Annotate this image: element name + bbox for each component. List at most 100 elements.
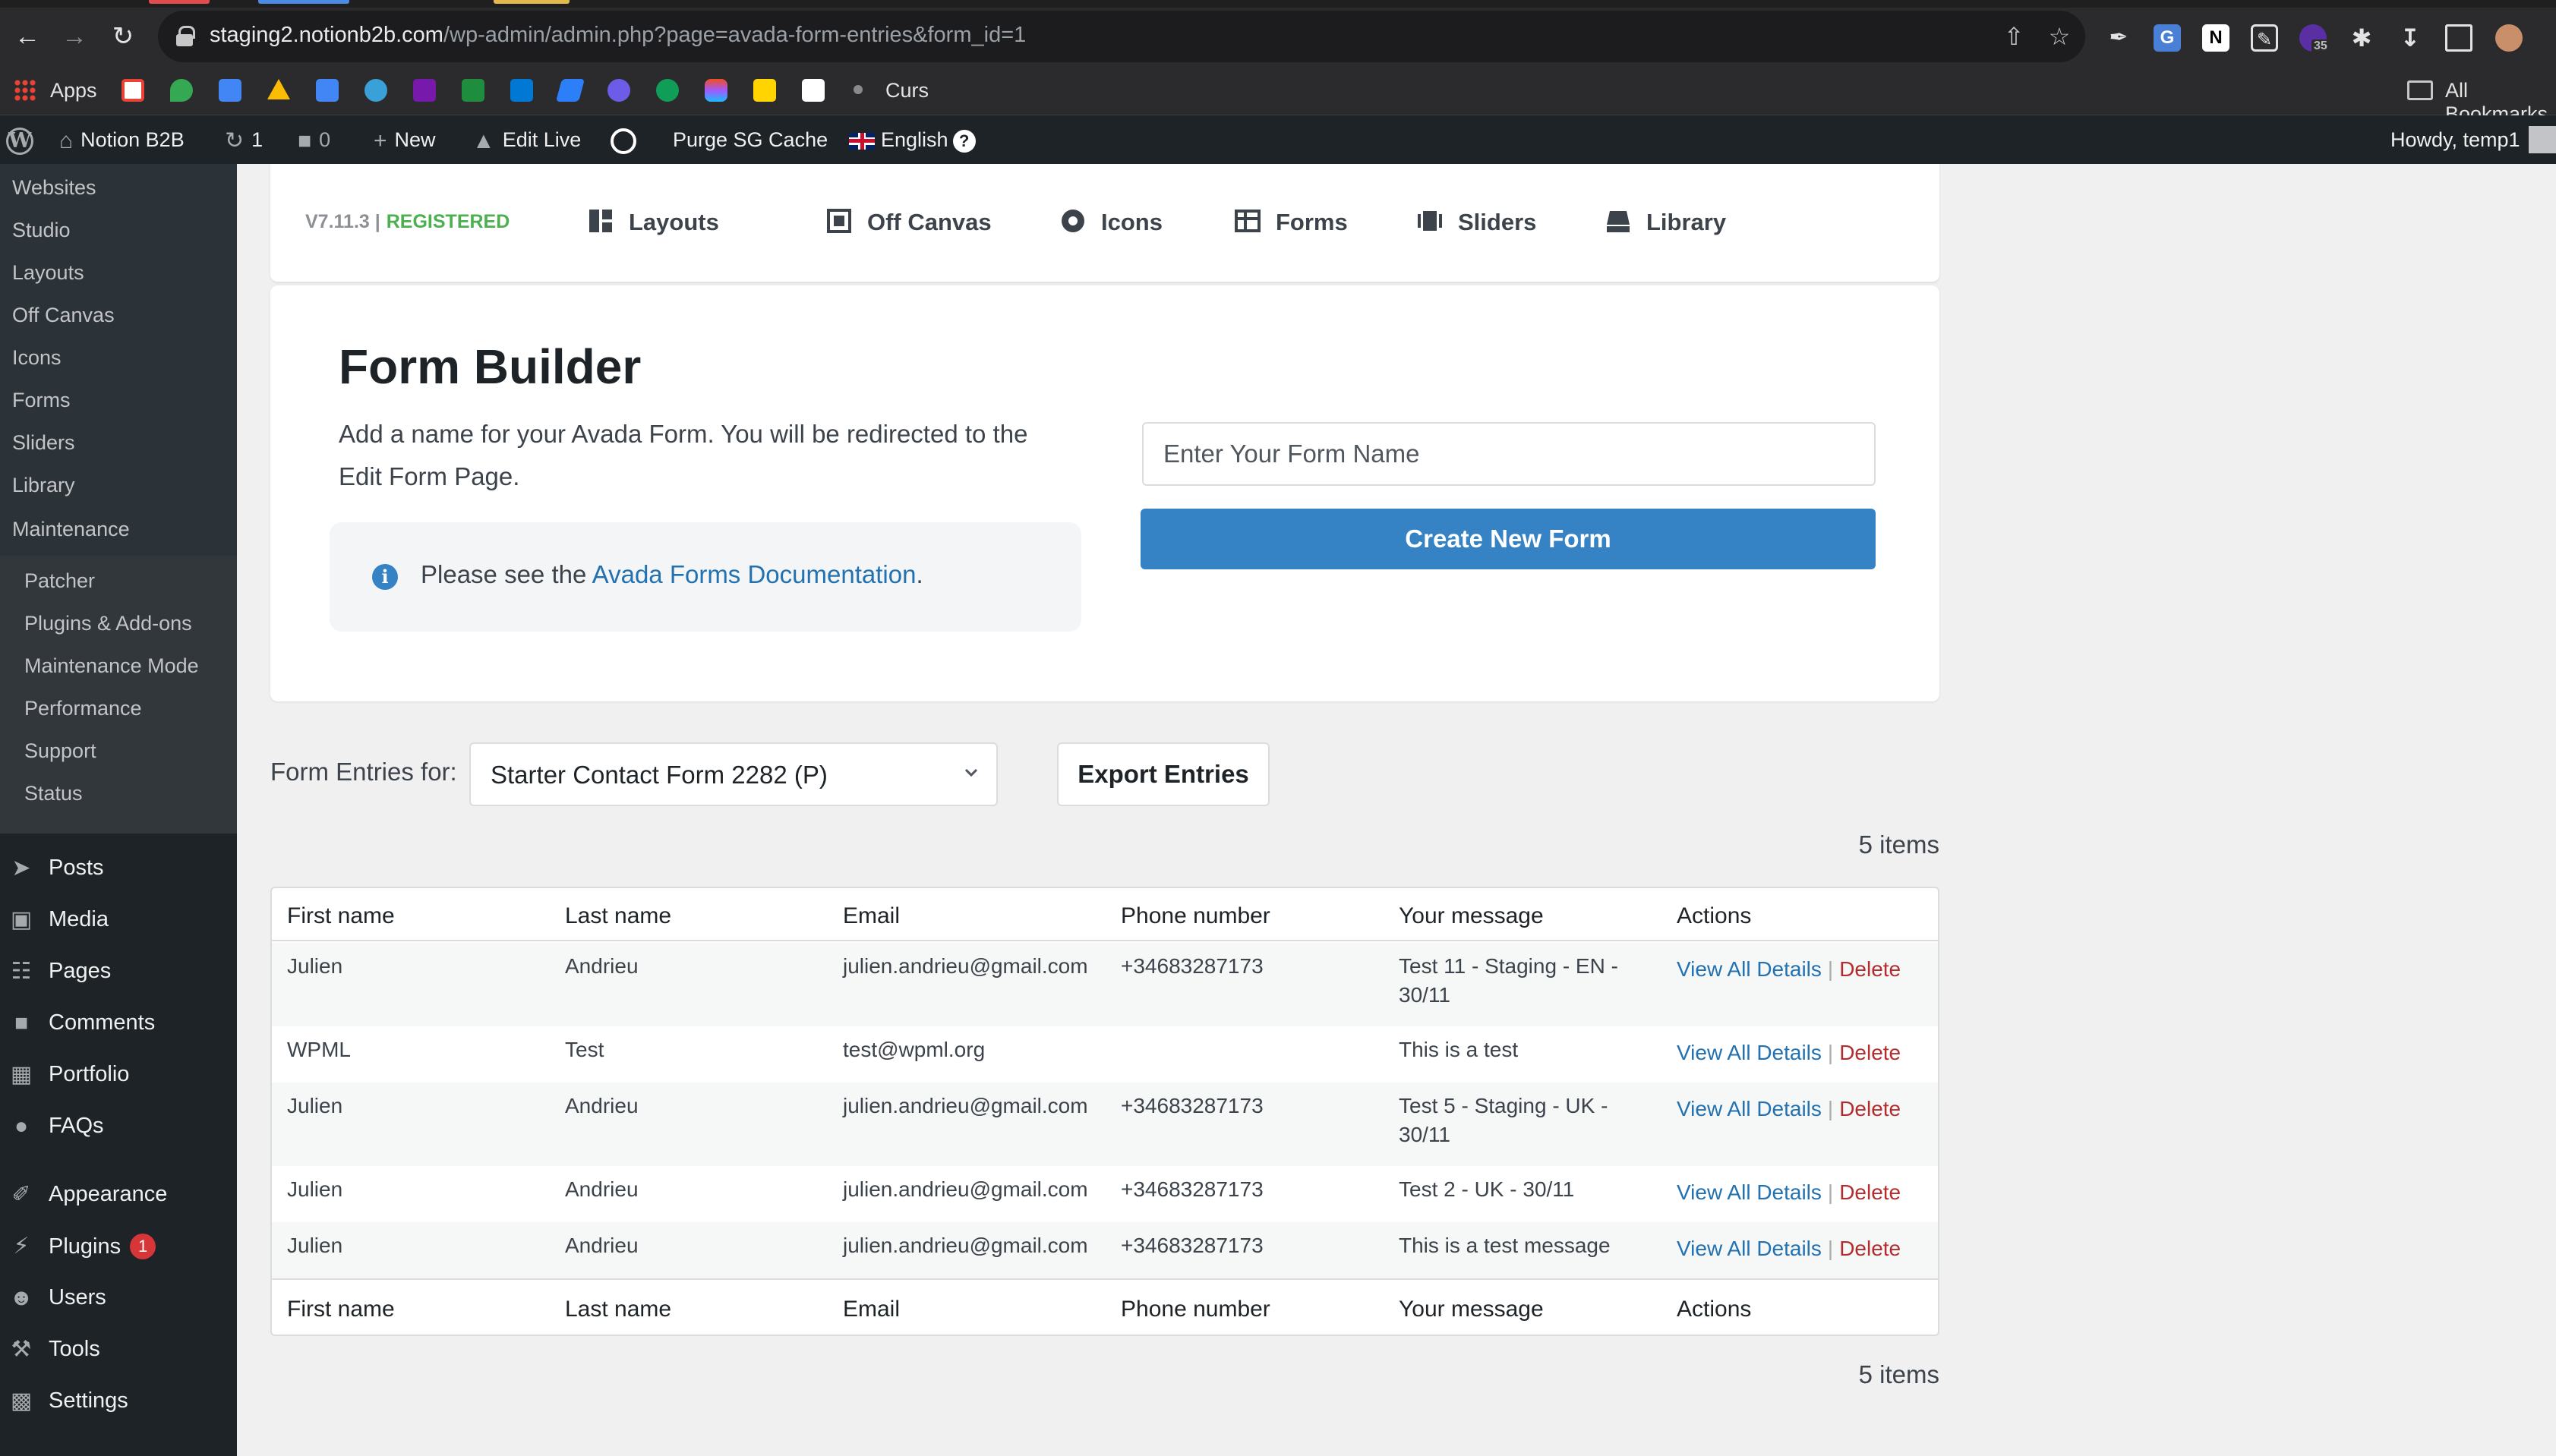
doc-bookmark-icon[interactable] [802, 79, 825, 102]
miro-icon[interactable] [753, 79, 776, 102]
view-details-link[interactable]: View All Details [1677, 1097, 1822, 1120]
counter-extension-icon[interactable]: 35 [2299, 24, 2330, 53]
reload-icon[interactable]: ↻ [108, 21, 138, 52]
sidebar-item-icons[interactable]: Icons [12, 346, 62, 370]
sidebar-item-off-canvas[interactable]: Off Canvas [12, 304, 115, 327]
chevron-down-icon [964, 768, 978, 777]
bookmark-star-icon[interactable]: ☆ [2044, 21, 2075, 52]
sidebar-item-tools[interactable]: ⚒ Tools [0, 1324, 237, 1374]
onenote-icon[interactable] [413, 79, 436, 102]
sidebar-item-plugins-addons[interactable]: Plugins & Add-ons [24, 612, 192, 635]
site-name-link[interactable]: ⌂ Notion B2B [59, 115, 185, 164]
sidebar-item-comments[interactable]: ■ Comments [0, 997, 237, 1048]
lock-icon[interactable] [176, 26, 195, 46]
sidebar-item-plugins[interactable]: ⚡ Plugins 1 [0, 1221, 237, 1271]
sidebar-item-library[interactable]: Library [12, 474, 75, 497]
sidebar-item-websites[interactable]: Websites [12, 176, 96, 200]
tab-sliders[interactable]: Sliders [1417, 208, 1536, 238]
folder-icon[interactable] [2407, 80, 2433, 100]
sidebar-item-studio[interactable]: Studio [12, 219, 71, 242]
export-entries-button[interactable]: Export Entries [1057, 742, 1270, 806]
tab-layouts[interactable]: Layouts [588, 208, 719, 238]
curs-bookmark[interactable]: Curs [885, 79, 929, 102]
sidebar-item-support[interactable]: Support [24, 739, 96, 763]
delete-link[interactable]: Delete [1839, 1097, 1901, 1120]
user-avatar[interactable] [2529, 126, 2556, 153]
comments-link[interactable]: ■ 0 [298, 115, 330, 164]
tab-off-canvas[interactable]: Off Canvas [826, 208, 992, 238]
view-details-link[interactable]: View All Details [1677, 957, 1822, 981]
maps-icon[interactable] [170, 79, 193, 102]
sidebar-item-performance[interactable]: Performance [24, 697, 142, 720]
share-icon[interactable]: ⇧ [1999, 21, 2029, 52]
brush-icon: ✐ [11, 1182, 31, 1207]
sidebar-item-portfolio[interactable]: ▦ Portfolio [0, 1049, 237, 1099]
translate-extension-icon[interactable]: G [2154, 24, 2181, 52]
howdy-user[interactable]: Howdy, temp1 [2390, 115, 2520, 164]
form-select-dropdown[interactable]: Starter Contact Form 2282 (P) [469, 742, 998, 806]
forward-arrow-icon[interactable]: → [59, 21, 90, 52]
main-content: V7.11.3 | REGISTERED Layouts Off Canvas I… [237, 164, 2556, 1456]
back-arrow-icon[interactable]: ← [12, 21, 43, 52]
sidebar-item-forms[interactable]: Forms [12, 389, 71, 412]
drive-icon[interactable] [267, 79, 290, 99]
bookmark-s-icon[interactable] [219, 79, 241, 102]
tab-icons[interactable]: Icons [1060, 208, 1163, 238]
delete-link[interactable]: Delete [1839, 957, 1901, 981]
sidebar-item-patcher[interactable]: Patcher [24, 569, 95, 593]
notion-extension-icon[interactable]: N [2202, 24, 2229, 52]
sidebar-item-settings[interactable]: ▩ Settings [0, 1376, 237, 1426]
side-panel-icon[interactable] [2445, 24, 2472, 52]
sidebar-item-maintenance[interactable]: Maintenance [12, 518, 130, 541]
edit-live-link[interactable]: ▲ Edit Live [472, 115, 581, 164]
delete-link[interactable]: Delete [1839, 1180, 1901, 1204]
sidebar-item-status[interactable]: Status [24, 782, 83, 805]
outlook-icon[interactable] [510, 79, 533, 102]
delete-link[interactable]: Delete [1839, 1041, 1901, 1064]
download-icon[interactable]: ↧ [2397, 24, 2424, 52]
tab-library[interactable]: Library [1605, 208, 1726, 238]
sidebar-item-appearance[interactable]: ✐ Appearance [0, 1169, 237, 1219]
sheets-bookmark-icon[interactable] [462, 79, 484, 102]
translate-bookmark-icon[interactable] [316, 79, 339, 102]
sidebar-item-users[interactable]: ☻ Users [0, 1272, 237, 1322]
sg-optimizer-icon[interactable] [611, 115, 636, 164]
sidebar-item-maintenance-mode[interactable]: Maintenance Mode [24, 654, 199, 678]
view-details-link[interactable]: View All Details [1677, 1237, 1822, 1260]
view-details-link[interactable]: View All Details [1677, 1180, 1822, 1204]
sidebar-item-faqs[interactable]: ● FAQs [0, 1101, 237, 1151]
documentation-link[interactable]: Avada Forms Documentation [592, 560, 917, 588]
profile-avatar[interactable] [2495, 24, 2523, 52]
eyedropper-extension-icon[interactable]: ✒ [2105, 24, 2132, 52]
wordpress-logo-icon[interactable]: W [6, 115, 33, 164]
delete-link[interactable]: Delete [1839, 1237, 1901, 1260]
comment-bubble-icon: ■ [298, 128, 312, 153]
sidebar-item-posts[interactable]: ➤ Posts [0, 843, 237, 893]
sidebar-item-pages[interactable]: ☷ Pages [0, 946, 237, 996]
url-text[interactable]: staging2.notionb2b.com/wp-admin/admin.ph… [210, 23, 1026, 48]
sidebar-item-sliders[interactable]: Sliders [12, 431, 75, 455]
form-name-input[interactable] [1142, 422, 1876, 486]
figma-icon[interactable] [705, 79, 727, 102]
s-bookmark-icon[interactable] [656, 79, 679, 102]
gmail-icon[interactable] [121, 79, 144, 102]
extensions-puzzle-icon[interactable]: ✱ [2348, 24, 2375, 52]
language-switcher[interactable]: English? [849, 115, 976, 164]
wp-admin-bar: W ⌂ Notion B2B ↻ 1 ■ 0 + New ▲ Edit Live Purg… [0, 115, 2556, 164]
globe-bookmark-icon[interactable] [364, 79, 387, 102]
new-content-link[interactable]: + New [374, 115, 436, 164]
help-icon[interactable]: ? [952, 129, 976, 153]
apps-bookmark[interactable]: Apps [50, 79, 97, 102]
apps-grid-icon[interactable] [14, 79, 36, 102]
view-details-link[interactable]: View All Details [1677, 1041, 1822, 1064]
create-new-form-button[interactable]: Create New Form [1141, 509, 1876, 569]
tasks-icon[interactable] [555, 79, 585, 102]
hexagon-bookmark-icon[interactable] [607, 79, 630, 102]
sidebar-item-media[interactable]: ▣ Media [0, 894, 237, 944]
purge-cache-link[interactable]: Purge SG Cache [673, 115, 828, 164]
pen-extension-icon[interactable]: ✎ [2251, 24, 2278, 52]
sidebar-item-layouts[interactable]: Layouts [12, 261, 84, 285]
tab-forms[interactable]: Forms [1235, 208, 1348, 238]
address-bar[interactable]: staging2.notionb2b.com/wp-admin/admin.ph… [158, 11, 2085, 62]
updates-link[interactable]: ↻ 1 [225, 115, 263, 164]
